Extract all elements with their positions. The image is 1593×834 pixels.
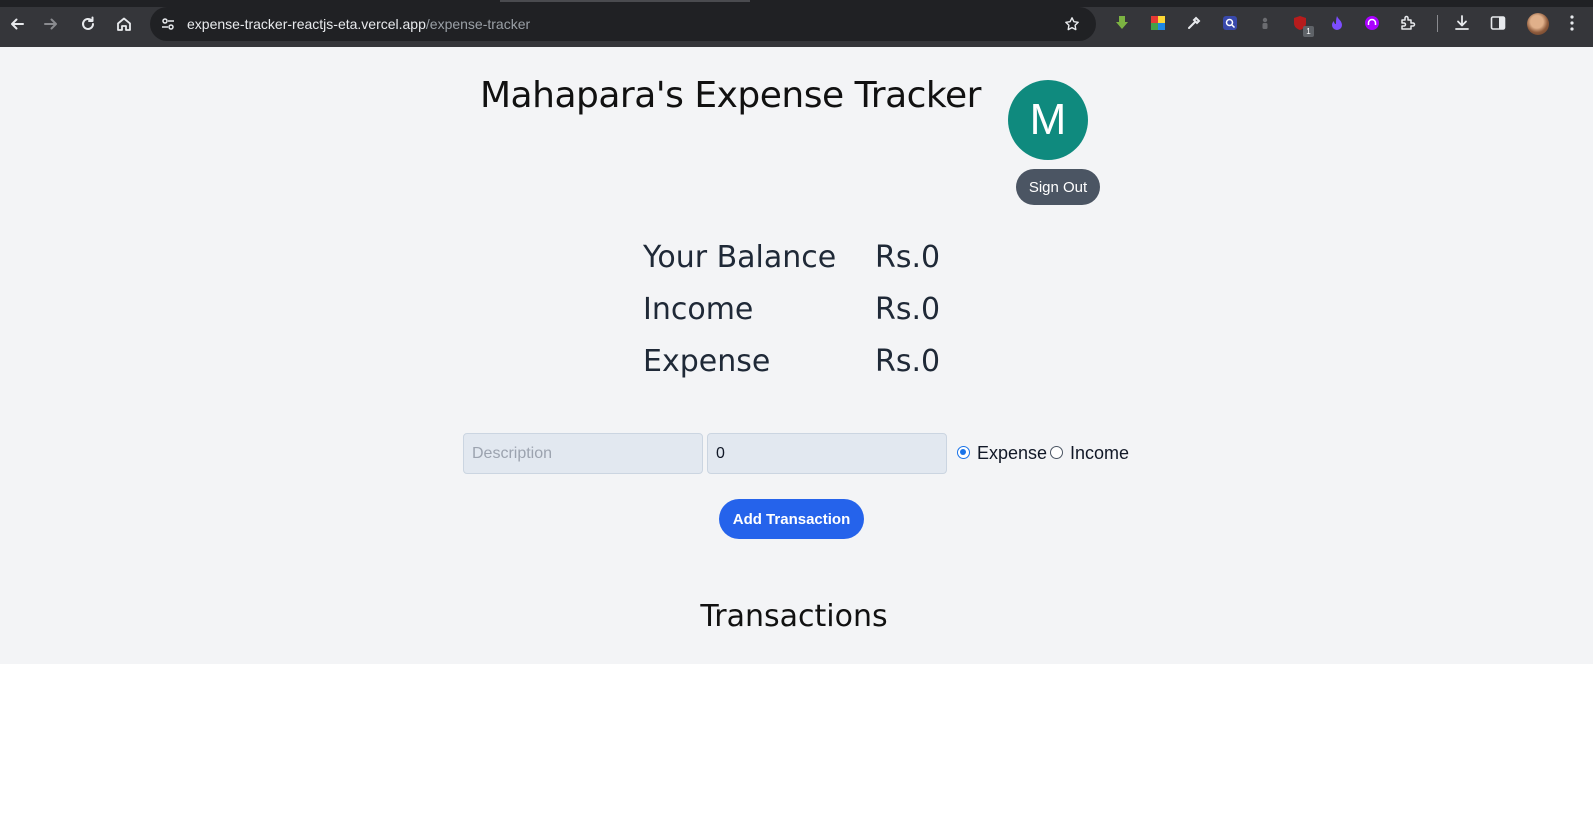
add-transaction-button[interactable]: Add Transaction (719, 499, 864, 539)
site-info-icon[interactable] (158, 14, 178, 34)
browser-toolbar: expense-tracker-reactjs-eta.vercel.app/e… (0, 0, 1593, 47)
income-radio-label[interactable]: Income (1070, 443, 1129, 464)
sign-out-button[interactable]: Sign Out (1016, 169, 1100, 205)
balance-value: Rs.0 (875, 240, 941, 275)
expense-value: Rs.0 (875, 344, 941, 379)
extensions-puzzle-icon[interactable] (1398, 13, 1418, 33)
tab-indicator (500, 0, 750, 2)
description-input[interactable] (463, 433, 703, 474)
home-icon[interactable] (112, 12, 136, 36)
balance-label: Your Balance (643, 240, 837, 275)
side-panel-icon[interactable] (1488, 13, 1508, 33)
search-extension-icon[interactable] (1220, 13, 1240, 33)
reload-icon[interactable] (76, 12, 100, 36)
puzzle-muted-extension-icon[interactable] (1255, 13, 1275, 33)
expense-label: Expense (643, 344, 771, 379)
app-container: Mahapara's Expense Tracker M Sign Out Yo… (0, 47, 1593, 664)
avatar-initial: M (1029, 95, 1067, 144)
expense-radio[interactable] (957, 446, 970, 459)
amount-input[interactable] (707, 433, 947, 474)
flame-extension-icon[interactable] (1327, 13, 1347, 33)
bookmark-star-icon[interactable] (1062, 14, 1082, 34)
downloads-icon[interactable] (1452, 13, 1472, 33)
toolbar-divider (1437, 15, 1438, 32)
headphones-extension-icon[interactable] (1362, 13, 1382, 33)
income-radio[interactable] (1050, 446, 1063, 459)
forward-icon[interactable] (39, 12, 63, 36)
download-helper-extension-icon[interactable] (1112, 13, 1132, 33)
color-picker-extension-icon[interactable] (1184, 13, 1204, 33)
expense-radio-label[interactable]: Expense (977, 443, 1047, 464)
page-title: Mahapara's Expense Tracker (480, 75, 981, 116)
transactions-heading: Transactions (700, 599, 888, 634)
url-path: /expense-tracker (425, 16, 531, 32)
tab-strip (0, 0, 1593, 7)
profile-avatar-icon[interactable] (1527, 13, 1549, 35)
user-avatar: M (1008, 80, 1088, 160)
ublock-extension-icon[interactable]: 1 (1290, 13, 1314, 37)
back-icon[interactable] (5, 12, 29, 36)
extension-badge: 1 (1303, 26, 1314, 37)
colorful-grid-extension-icon[interactable] (1148, 13, 1168, 33)
menu-kebab-icon[interactable] (1562, 13, 1582, 33)
address-bar[interactable]: expense-tracker-reactjs-eta.vercel.app/e… (150, 7, 1096, 41)
url-text[interactable]: expense-tracker-reactjs-eta.vercel.app/e… (187, 15, 530, 33)
url-host: expense-tracker-reactjs-eta.vercel.app (187, 16, 426, 32)
page-blank-area (0, 664, 1593, 834)
income-label: Income (643, 292, 754, 327)
income-value: Rs.0 (875, 292, 941, 327)
